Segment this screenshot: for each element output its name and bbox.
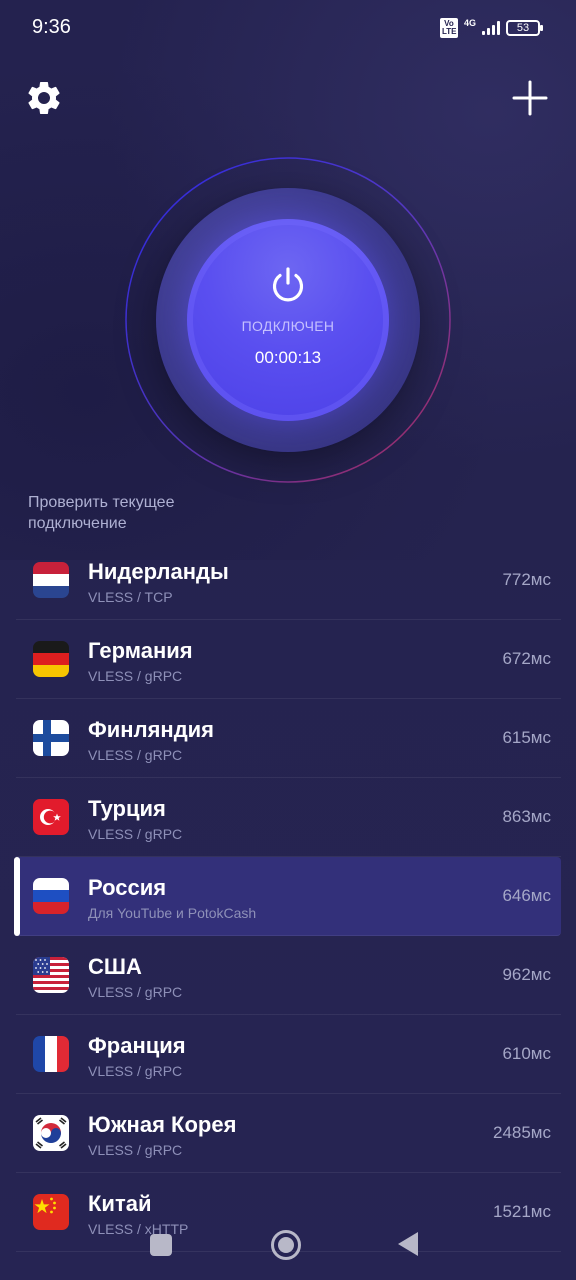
network-type: 4G xyxy=(463,18,476,28)
status-icons: Vo LTE 4G 53 xyxy=(439,18,543,38)
server-protocol: VLESS / gRPC xyxy=(88,1142,183,1158)
volte-icon: Vo LTE xyxy=(439,18,458,38)
us-flag-icon xyxy=(33,957,69,993)
server-row[interactable]: США VLESS / gRPC 962мс xyxy=(16,936,561,1015)
tr-flag-icon xyxy=(33,799,69,835)
kr-flag-icon xyxy=(33,1115,69,1151)
server-row[interactable]: Франция VLESS / gRPC 610мс xyxy=(16,1015,561,1094)
battery-icon: 53 xyxy=(506,20,543,36)
plus-icon xyxy=(512,80,548,116)
server-name: США xyxy=(88,954,142,979)
fi-flag-icon xyxy=(33,720,69,756)
server-row[interactable]: Россия Для YouTube и PotokCash 646мс xyxy=(14,857,561,936)
settings-button[interactable] xyxy=(24,78,64,118)
status-time: 9:36 xyxy=(32,16,71,38)
status-bar: 9:36 Vo LTE 4G 53 xyxy=(0,0,576,56)
server-name: Россия xyxy=(88,875,167,900)
recents-button[interactable] xyxy=(150,1234,172,1256)
server-ping: 615мс xyxy=(502,728,551,747)
back-button[interactable] xyxy=(398,1232,418,1256)
server-ping: 610мс xyxy=(502,1044,551,1063)
server-row[interactable]: Южная Корея VLESS / gRPC 2485мс xyxy=(16,1094,561,1173)
server-protocol: VLESS / gRPC xyxy=(88,668,183,684)
server-row[interactable]: Финляндия VLESS / gRPC 615мс xyxy=(16,699,561,778)
server-ping: 772мс xyxy=(502,570,551,589)
ru-flag-icon xyxy=(33,878,69,914)
server-name: Финляндия xyxy=(88,717,215,742)
server-row[interactable]: Турция VLESS / gRPC 863мс xyxy=(16,778,561,857)
home-button[interactable] xyxy=(271,1230,301,1260)
server-protocol: VLESS / TCP xyxy=(88,589,173,605)
connection-status: ПОДКЛЮЧЕН xyxy=(241,318,335,334)
server-protocol: VLESS / gRPC xyxy=(88,826,183,842)
server-protocol: VLESS / gRPC xyxy=(88,984,183,1000)
server-name: Китай xyxy=(88,1191,152,1216)
server-protocol: VLESS / gRPC xyxy=(88,1063,183,1079)
de-flag-icon xyxy=(33,641,69,677)
server-ping: 2485мс xyxy=(492,1123,551,1142)
server-name: Нидерланды xyxy=(88,559,229,584)
server-name: Южная Корея xyxy=(88,1112,237,1137)
fr-flag-icon xyxy=(33,1036,69,1072)
server-name: Турция xyxy=(88,796,166,821)
server-ping: 962мс xyxy=(502,965,551,984)
server-row[interactable]: Германия VLESS / gRPC 672мс xyxy=(16,620,561,699)
navigation-bar xyxy=(0,1218,576,1270)
server-ping: 672мс xyxy=(502,649,551,668)
server-name: Франция xyxy=(88,1033,186,1058)
server-ping: 863мс xyxy=(502,807,551,826)
power-icon[interactable] xyxy=(269,266,307,304)
connection-orb: ПОДКЛЮЧЕН 00:00:13 xyxy=(124,156,452,484)
selected-indicator xyxy=(14,857,20,936)
connection-timer: 00:00:13 xyxy=(254,348,322,367)
server-protocol: Для YouTube и PotokCash xyxy=(88,905,257,921)
server-list: Нидерланды VLESS / TCP 772мс Германия VLESS … xyxy=(14,541,561,1252)
check-connection-link[interactable]: Проверить текущее подключение xyxy=(28,492,248,534)
server-row[interactable]: Нидерланды VLESS / TCP 772мс xyxy=(16,541,561,620)
server-name: Германия xyxy=(88,638,193,663)
server-ping: 646мс xyxy=(502,886,551,905)
nl-flag-icon xyxy=(33,562,69,598)
server-protocol: VLESS / gRPC xyxy=(88,747,183,763)
add-server-button[interactable] xyxy=(510,78,550,118)
gear-icon xyxy=(28,81,60,114)
signal-icon xyxy=(482,21,500,35)
